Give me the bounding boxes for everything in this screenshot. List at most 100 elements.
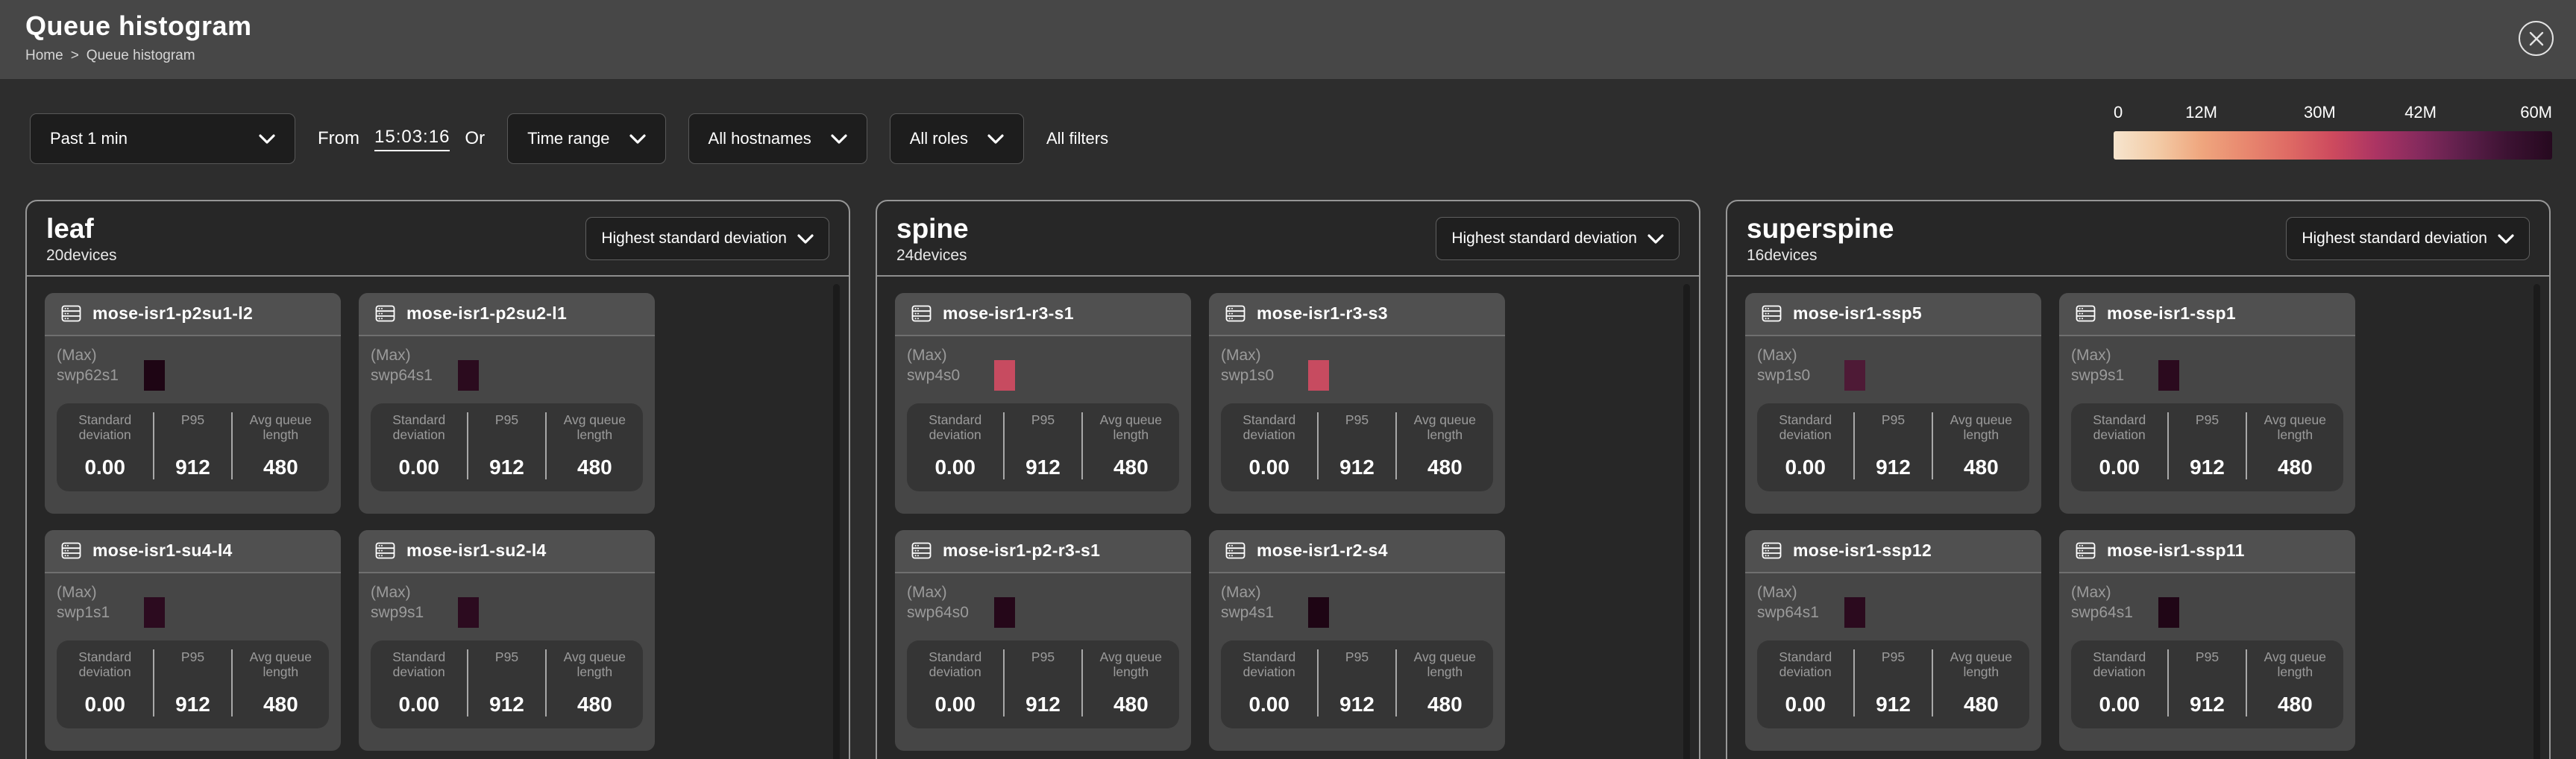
stat-header-p95: P95 — [474, 649, 538, 681]
chevron-down-icon — [797, 233, 814, 245]
max-interface-label: (Max) swp9s1 — [371, 581, 458, 630]
stats-box: Standard deviation0.00 P95912 Avg queue … — [57, 403, 329, 491]
interface-name: swp4s1 — [1221, 602, 1308, 623]
stat-value-avg: 480 — [553, 456, 637, 479]
max-label: (Max) — [2071, 582, 2158, 603]
from-label: From — [318, 128, 359, 149]
filter-toolbar: Past 1 min From 15:03:16 Or Time range A… — [30, 113, 1108, 164]
device-card-header[interactable]: mose-isr1-su4-l4 — [45, 530, 341, 573]
chevron-down-icon — [629, 133, 646, 145]
device-card-body: (Max) swp62s1 Standard deviation0.00 P95… — [45, 336, 341, 514]
stat-value-std: 0.00 — [63, 456, 147, 479]
time-range-dropdown[interactable]: Time range — [507, 113, 665, 164]
device-card-header[interactable]: mose-isr1-ssp1 — [2059, 293, 2355, 336]
close-button[interactable] — [2519, 21, 2554, 56]
stat-header-std: Standard deviation — [2077, 412, 2161, 444]
device-card[interactable]: mose-isr1-ssp1 (Max) swp9s1 Standard dev… — [2059, 293, 2355, 514]
stats-box: Standard deviation0.00 P95912 Avg queue … — [2071, 403, 2343, 491]
tick-label: 42M — [2404, 103, 2437, 122]
max-interface-label: (Max) swp62s1 — [57, 344, 144, 393]
device-name: mose-isr1-p2-r3-s1 — [943, 541, 1100, 561]
max-interface-label: (Max) swp1s0 — [1757, 344, 1844, 393]
stat-header-std: Standard deviation — [377, 412, 461, 444]
device-card[interactable]: mose-isr1-r3-s3 (Max) swp1s0 Standard de… — [1209, 293, 1505, 514]
stat-header-p95: P95 — [1861, 412, 1925, 444]
stat-value-std: 0.00 — [1763, 456, 1847, 479]
device-name: mose-isr1-ssp11 — [2107, 541, 2245, 561]
device-card[interactable]: mose-isr1-p2su2-l1 (Max) swp64s1 Standar… — [359, 293, 655, 514]
from-time-input[interactable]: 15:03:16 — [374, 127, 450, 151]
device-card-body: (Max) swp1s0 Standard deviation0.00 P959… — [1745, 336, 2041, 514]
stat-value-p95: 912 — [1861, 693, 1925, 717]
histogram-bar — [458, 597, 479, 628]
device-card[interactable]: mose-isr1-ssp11 (Max) swp64s1 Standard d… — [2059, 530, 2355, 751]
roles-dropdown[interactable]: All roles — [890, 113, 1024, 164]
chevron-down-icon — [1647, 233, 1664, 245]
device-card-header[interactable]: mose-isr1-p2-r3-s1 — [895, 530, 1191, 573]
device-card[interactable]: mose-isr1-ssp5 (Max) swp1s0 Standard dev… — [1745, 293, 2041, 514]
device-card-body: (Max) swp9s1 Standard deviation0.00 P959… — [2059, 336, 2355, 514]
quick-range-label: Past 1 min — [50, 129, 128, 148]
interface-name: swp64s1 — [371, 365, 458, 386]
switch-icon — [61, 542, 81, 559]
device-card-header[interactable]: mose-isr1-su2-l4 — [359, 530, 655, 573]
device-card[interactable]: mose-isr1-p2-r3-s1 (Max) swp64s0 Standar… — [895, 530, 1191, 751]
max-label: (Max) — [1757, 345, 1844, 366]
sort-dropdown[interactable]: Highest standard deviation — [1436, 217, 1680, 260]
device-card-header[interactable]: mose-isr1-p2su2-l1 — [359, 293, 655, 336]
panel-leaf: leaf 20devices Highest standard deviatio… — [25, 200, 850, 759]
vertical-scrollbar[interactable] — [2533, 284, 2540, 759]
switch-icon — [1225, 305, 1245, 322]
device-card[interactable]: mose-isr1-p2su1-l2 (Max) swp62s1 Standar… — [45, 293, 341, 514]
device-card-header[interactable]: mose-isr1-ssp5 — [1745, 293, 2041, 336]
max-interface-label: (Max) swp1s0 — [1221, 344, 1308, 393]
panel-title: superspine — [1747, 213, 1894, 245]
device-card[interactable]: mose-isr1-ssp12 (Max) swp64s1 Standard d… — [1745, 530, 2041, 751]
interface-name: swp4s0 — [907, 365, 994, 386]
device-card-header[interactable]: mose-isr1-ssp11 — [2059, 530, 2355, 573]
max-label: (Max) — [57, 582, 144, 603]
vertical-scrollbar[interactable] — [1683, 284, 1690, 759]
stats-box: Standard deviation0.00 P95912 Avg queue … — [907, 403, 1179, 491]
stat-value-p95: 912 — [160, 693, 224, 717]
histogram-bar — [458, 360, 479, 391]
stat-header-std: Standard deviation — [377, 649, 461, 681]
stat-value-avg: 480 — [1939, 456, 2023, 479]
panel-device-count: 16devices — [1747, 247, 1894, 265]
panel-header: superspine 16devices Highest standard de… — [1727, 201, 2549, 277]
max-label: (Max) — [371, 582, 458, 603]
vertical-scrollbar[interactable] — [833, 284, 840, 759]
device-card-header[interactable]: mose-isr1-r2-s4 — [1209, 530, 1505, 573]
histogram-bar — [1308, 597, 1329, 628]
device-card[interactable]: mose-isr1-su4-l4 (Max) swp1s1 Standard d… — [45, 530, 341, 751]
all-filters-link[interactable]: All filters — [1046, 129, 1108, 148]
sort-dropdown[interactable]: Highest standard deviation — [2286, 217, 2530, 260]
device-card-header[interactable]: mose-isr1-r3-s3 — [1209, 293, 1505, 336]
close-icon — [2528, 31, 2545, 47]
breadcrumb-home[interactable]: Home — [25, 48, 63, 64]
quick-range-dropdown[interactable]: Past 1 min — [30, 113, 295, 164]
stat-value-avg: 480 — [1403, 456, 1487, 479]
color-gradient-bar — [2114, 131, 2552, 160]
or-label: Or — [465, 128, 485, 149]
device-card-header[interactable]: mose-isr1-r3-s1 — [895, 293, 1191, 336]
device-card-header[interactable]: mose-isr1-p2su1-l2 — [45, 293, 341, 336]
max-label: (Max) — [907, 582, 994, 603]
sort-dropdown[interactable]: Highest standard deviation — [585, 217, 829, 260]
panel-body: mose-isr1-r3-s1 (Max) swp4s0 Standard de… — [877, 277, 1699, 759]
stats-box: Standard deviation0.00 P95912 Avg queue … — [1757, 640, 2029, 728]
hostnames-dropdown[interactable]: All hostnames — [688, 113, 867, 164]
device-card[interactable]: mose-isr1-r2-s4 (Max) swp4s1 Standard de… — [1209, 530, 1505, 751]
device-card-body: (Max) swp1s1 Standard deviation0.00 P959… — [45, 573, 341, 751]
device-card[interactable]: mose-isr1-r3-s1 (Max) swp4s0 Standard de… — [895, 293, 1191, 514]
device-name: mose-isr1-p2su2-l1 — [406, 303, 567, 324]
device-card[interactable]: mose-isr1-su2-l4 (Max) swp9s1 Standard d… — [359, 530, 655, 751]
device-name: mose-isr1-p2su1-l2 — [92, 303, 253, 324]
max-label: (Max) — [371, 345, 458, 366]
stat-header-std: Standard deviation — [913, 649, 997, 681]
stat-value-p95: 912 — [2175, 456, 2239, 479]
device-card-body: (Max) swp4s1 Standard deviation0.00 P959… — [1209, 573, 1505, 751]
device-card-header[interactable]: mose-isr1-ssp12 — [1745, 530, 2041, 573]
tick-label: 60M — [2520, 103, 2552, 122]
device-card-body: (Max) swp64s1 Standard deviation0.00 P95… — [2059, 573, 2355, 751]
